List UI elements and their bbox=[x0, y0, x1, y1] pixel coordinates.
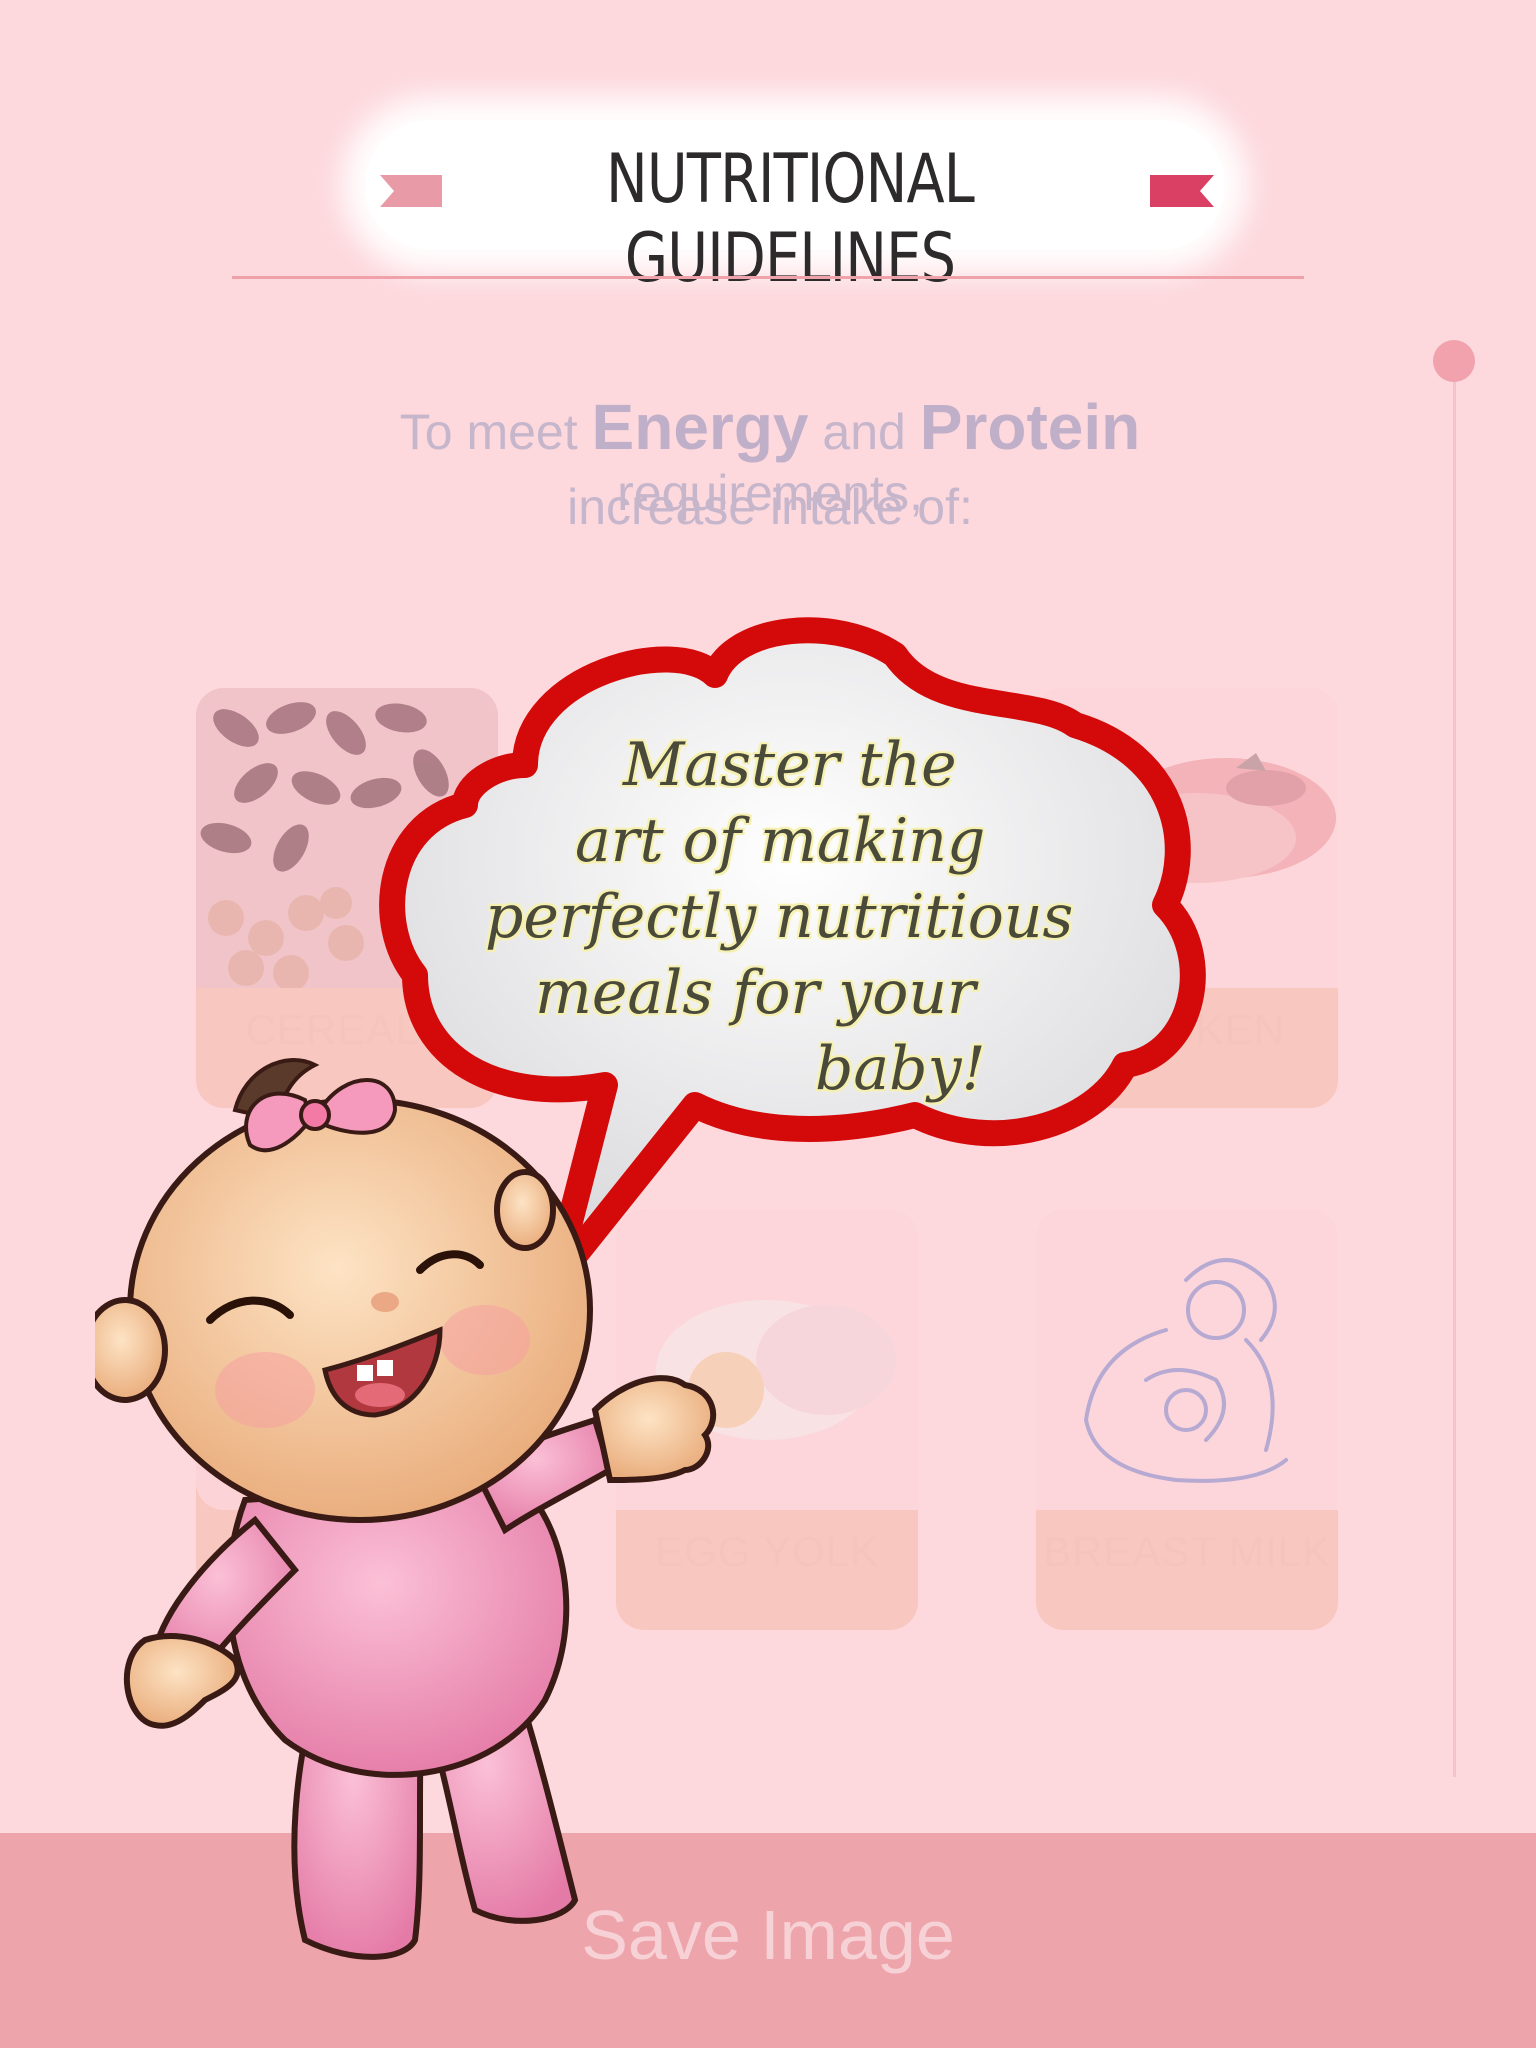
bubble-line: Master the bbox=[623, 730, 957, 800]
protein-keyword: Protein bbox=[919, 391, 1141, 463]
energy-keyword: Energy bbox=[591, 391, 809, 463]
app-screen: NUTRITIONAL GUIDELINES To meet Energy an… bbox=[0, 0, 1536, 2048]
intro-prefix: To meet bbox=[399, 404, 578, 460]
bubble-line: perfectly nutritious bbox=[485, 882, 1074, 952]
intro-and: and bbox=[822, 404, 906, 460]
bubble-line: baby! bbox=[815, 1034, 986, 1104]
food-card-label: BREAST MILK bbox=[1043, 1528, 1331, 1575]
intro-text-line2: increase intake of: bbox=[567, 479, 973, 535]
bubble-line: art of making bbox=[575, 806, 986, 876]
baby-girl-illustration bbox=[95, 1058, 717, 1960]
bubble-line: meals for your bbox=[535, 958, 976, 1028]
title-divider bbox=[232, 276, 1304, 279]
scrollbar-thumb[interactable] bbox=[1433, 340, 1475, 382]
ribbon-right-icon bbox=[1150, 175, 1214, 207]
scrollbar-track[interactable] bbox=[1453, 362, 1456, 1777]
ribbon-left-icon bbox=[380, 175, 442, 207]
page-title: NUTRITIONAL GUIDELINES bbox=[605, 140, 975, 298]
